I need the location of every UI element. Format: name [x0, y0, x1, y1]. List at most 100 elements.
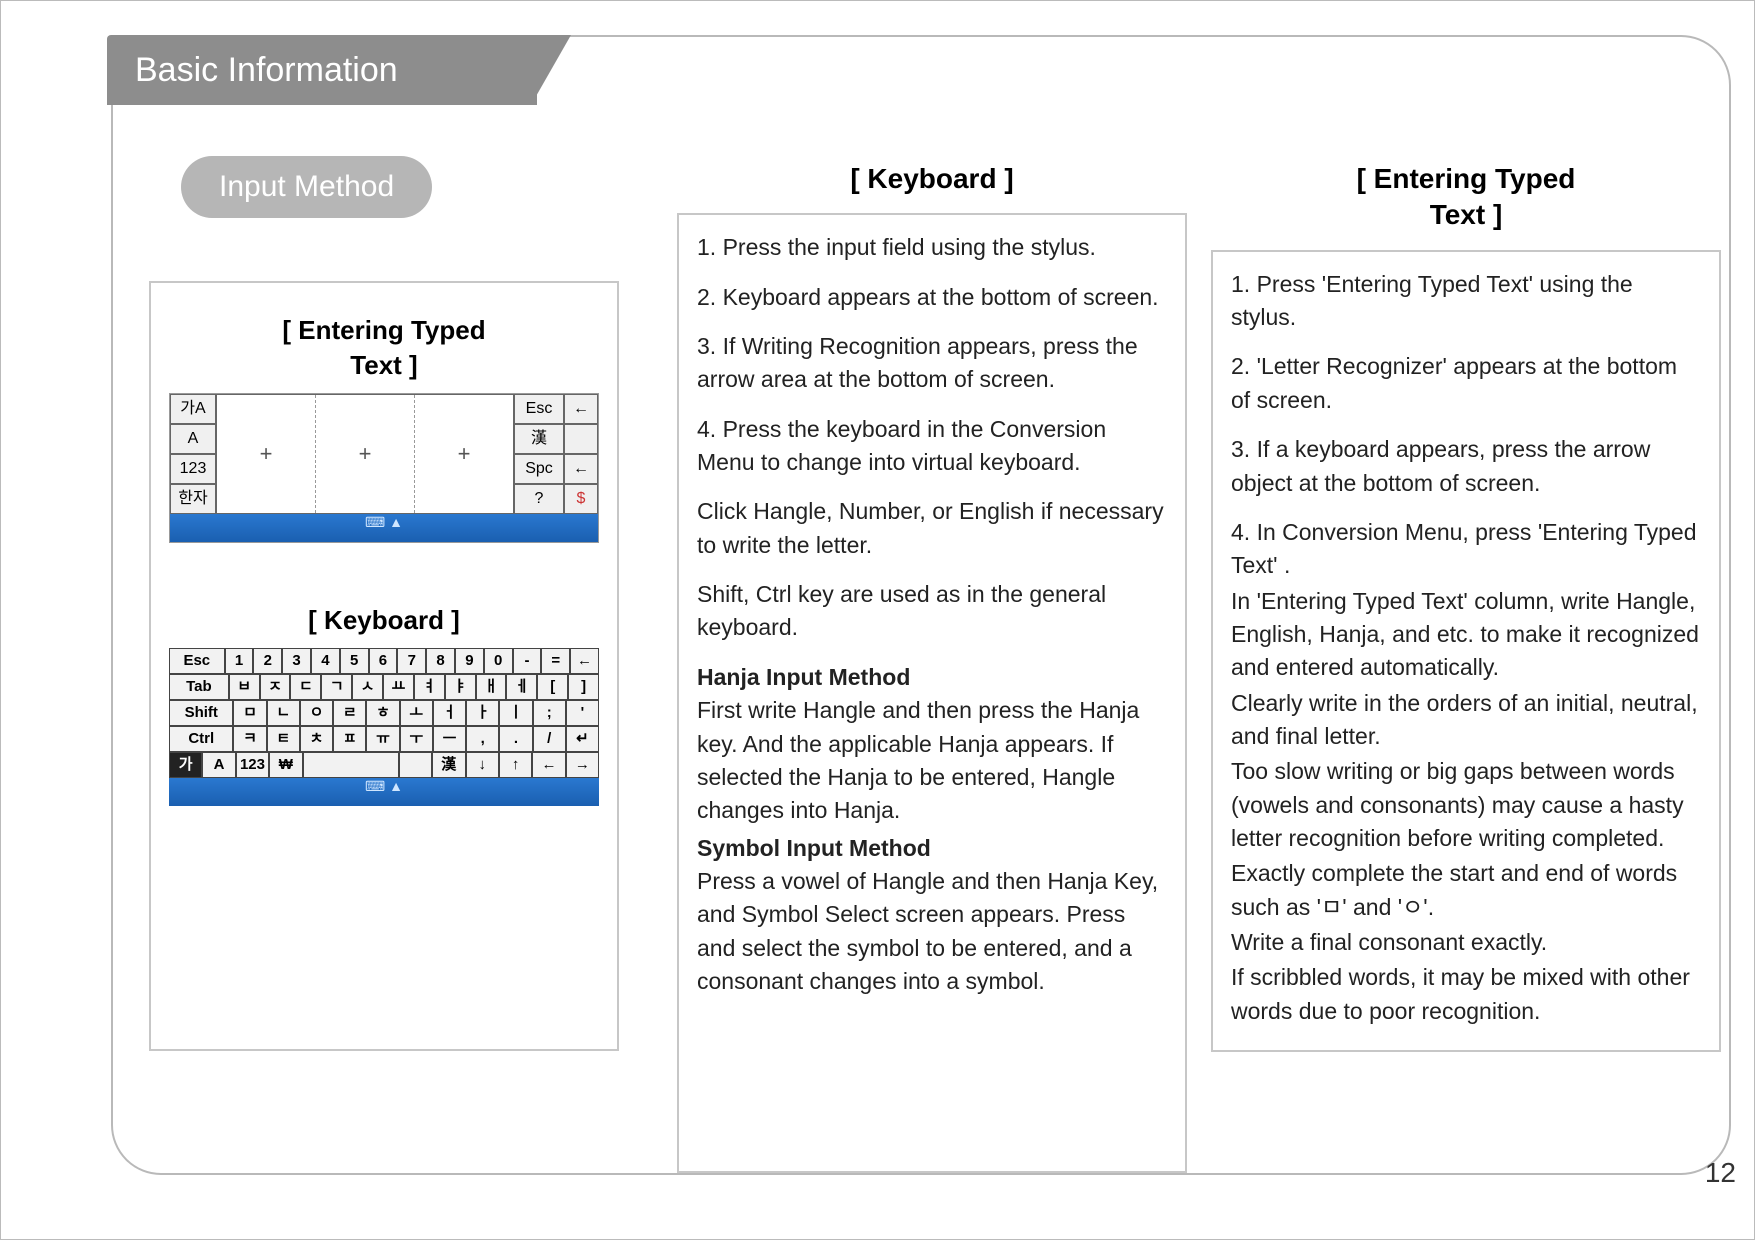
- btn-esc: Esc: [514, 394, 564, 424]
- key: 漢: [432, 752, 465, 778]
- key: ㅋ: [233, 726, 266, 752]
- section-pill: Input Method: [181, 156, 432, 218]
- key: ㅇ: [300, 700, 333, 726]
- kbd-step-1: 1. Press the input field using the stylu…: [697, 231, 1167, 264]
- key: ㅕ: [414, 674, 445, 700]
- key: ;: [533, 700, 566, 726]
- typed-tail-3: Exactly complete the start and end of wo…: [1231, 857, 1701, 924]
- typed-step-3: 3. If a keyboard appears, press the arro…: [1231, 433, 1701, 500]
- key: ': [566, 700, 599, 726]
- tab-num: 123: [170, 454, 216, 484]
- key: ₩: [269, 752, 302, 778]
- kbd-note-1: Click Hangle, Number, or English if nece…: [697, 495, 1167, 562]
- left-illustration-panel: [ Entering Typed Text ] 가A A 123 한자 + + …: [149, 281, 619, 1051]
- key: ㄱ: [321, 674, 352, 700]
- key: .: [499, 726, 532, 752]
- write-box-1: +: [217, 395, 316, 513]
- key: ㅜ: [400, 726, 433, 752]
- typed-tail-1: Clearly write in the orders of an initia…: [1231, 687, 1701, 754]
- symbol-body: Press a vowel of Hangle and then Hanja K…: [697, 865, 1167, 998]
- key: ㅔ: [506, 674, 537, 700]
- key: 4: [311, 648, 340, 674]
- key: ↓: [466, 752, 499, 778]
- keyboard-row: Esc1234567890-=←: [169, 648, 599, 674]
- symbol-head: Symbol Input Method: [697, 832, 1167, 865]
- key: ㅍ: [333, 726, 366, 752]
- key: ←: [532, 752, 565, 778]
- key: ㅓ: [433, 700, 466, 726]
- column-typed: [ Entering Typed Text ] 1. Press 'Enteri…: [1211, 161, 1721, 1052]
- key: ↑: [499, 752, 532, 778]
- keyboard-row: Ctrlㅋㅌㅊㅍㅠㅜㅡ,./↵: [169, 726, 599, 752]
- key: ㅣ: [499, 700, 532, 726]
- key: ㅑ: [445, 674, 476, 700]
- tab-kor-eng: 가A: [170, 394, 216, 424]
- column-keyboard-box: 1. Press the input field using the stylu…: [677, 213, 1187, 1173]
- key: =: [541, 648, 570, 674]
- key: 가: [169, 752, 202, 778]
- key: ㅛ: [383, 674, 414, 700]
- key: 9: [455, 648, 484, 674]
- key: ㅗ: [400, 700, 433, 726]
- key: 2: [253, 648, 282, 674]
- key: Tab: [169, 674, 229, 700]
- column-typed-box: 1. Press 'Entering Typed Text' using the…: [1211, 250, 1721, 1052]
- keyboard-screenshot: Esc1234567890-=←Tabㅂㅈㄷㄱㅅㅛㅕㅑㅐㅔ[]Shiftㅁㄴㅇㄹ…: [169, 648, 599, 806]
- key: 8: [426, 648, 455, 674]
- key: 1: [225, 648, 254, 674]
- arrow-left-icon: ←: [564, 454, 598, 484]
- key: [303, 752, 399, 778]
- keyboard-row: Tabㅂㅈㄷㄱㅅㅛㅕㅑㅐㅔ[]: [169, 674, 599, 700]
- key: →: [566, 752, 599, 778]
- recognizer-left-tabs: 가A A 123 한자: [170, 394, 216, 514]
- typed-tail-0: In 'Entering Typed Text' column, write H…: [1231, 585, 1701, 685]
- key: A: [202, 752, 235, 778]
- keyboard-bottom-bar: ⌨ ▲: [169, 778, 599, 806]
- handwriting-area: + + +: [216, 394, 514, 514]
- recognizer-right-buttons: Esc 漢 Spc ?: [514, 394, 564, 514]
- typed-step-4: 4. In Conversion Menu, press 'Entering T…: [1231, 516, 1701, 583]
- key: -: [513, 648, 542, 674]
- kbd-step-2: 2. Keyboard appears at the bottom of scr…: [697, 281, 1167, 314]
- key: ,: [466, 726, 499, 752]
- key: ←: [570, 648, 599, 674]
- key: 0: [484, 648, 513, 674]
- btn-hanja: 漢: [514, 424, 564, 454]
- left-subtitle-keyboard: [ Keyboard ]: [169, 603, 599, 638]
- key: 5: [340, 648, 369, 674]
- typed-step-1: 1. Press 'Entering Typed Text' using the…: [1231, 268, 1701, 335]
- typed-step-2: 2. 'Letter Recognizer' appears at the bo…: [1231, 350, 1701, 417]
- kbd-note-2: Shift, Ctrl key are used as in the gener…: [697, 578, 1167, 645]
- symbol-icon: $: [564, 484, 598, 514]
- key: ㅊ: [300, 726, 333, 752]
- tab-hanja: 한자: [170, 484, 216, 514]
- header-title: Basic Information: [135, 51, 398, 90]
- typed-tail-2: Too slow writing or big gaps between wor…: [1231, 755, 1701, 855]
- recognizer-right-icons: ← ← $: [564, 394, 598, 514]
- key: ㅁ: [233, 700, 266, 726]
- column-keyboard: [ Keyboard ] 1. Press the input field us…: [677, 161, 1187, 1173]
- key: ㅈ: [260, 674, 291, 700]
- column-keyboard-title: [ Keyboard ]: [677, 161, 1187, 197]
- key: ㄷ: [290, 674, 321, 700]
- section-pill-label: Input Method: [219, 170, 394, 203]
- key: Shift: [169, 700, 233, 726]
- key: ↵: [566, 726, 599, 752]
- key: ]: [568, 674, 599, 700]
- btn-space: Spc: [514, 454, 564, 484]
- typed-tail-5: If scribbled words, it may be mixed with…: [1231, 961, 1701, 1028]
- key: 7: [397, 648, 426, 674]
- kbd-step-3: 3. If Writing Recognition appears, press…: [697, 330, 1167, 397]
- header-tab: Basic Information: [107, 35, 537, 105]
- key: Ctrl: [169, 726, 233, 752]
- hanja-body: First write Hangle and then press the Ha…: [697, 694, 1167, 827]
- key: /: [533, 726, 566, 752]
- kbd-step-4: 4. Press the keyboard in the Conversion …: [697, 413, 1167, 480]
- recognizer-screenshot: 가A A 123 한자 + + + Esc 漢 Spc ? ← ← $: [169, 393, 599, 543]
- key: ㅌ: [267, 726, 300, 752]
- key: [: [537, 674, 568, 700]
- write-box-3: +: [415, 395, 513, 513]
- key: ㅅ: [352, 674, 383, 700]
- header-slant: [531, 35, 571, 105]
- key: 6: [369, 648, 398, 674]
